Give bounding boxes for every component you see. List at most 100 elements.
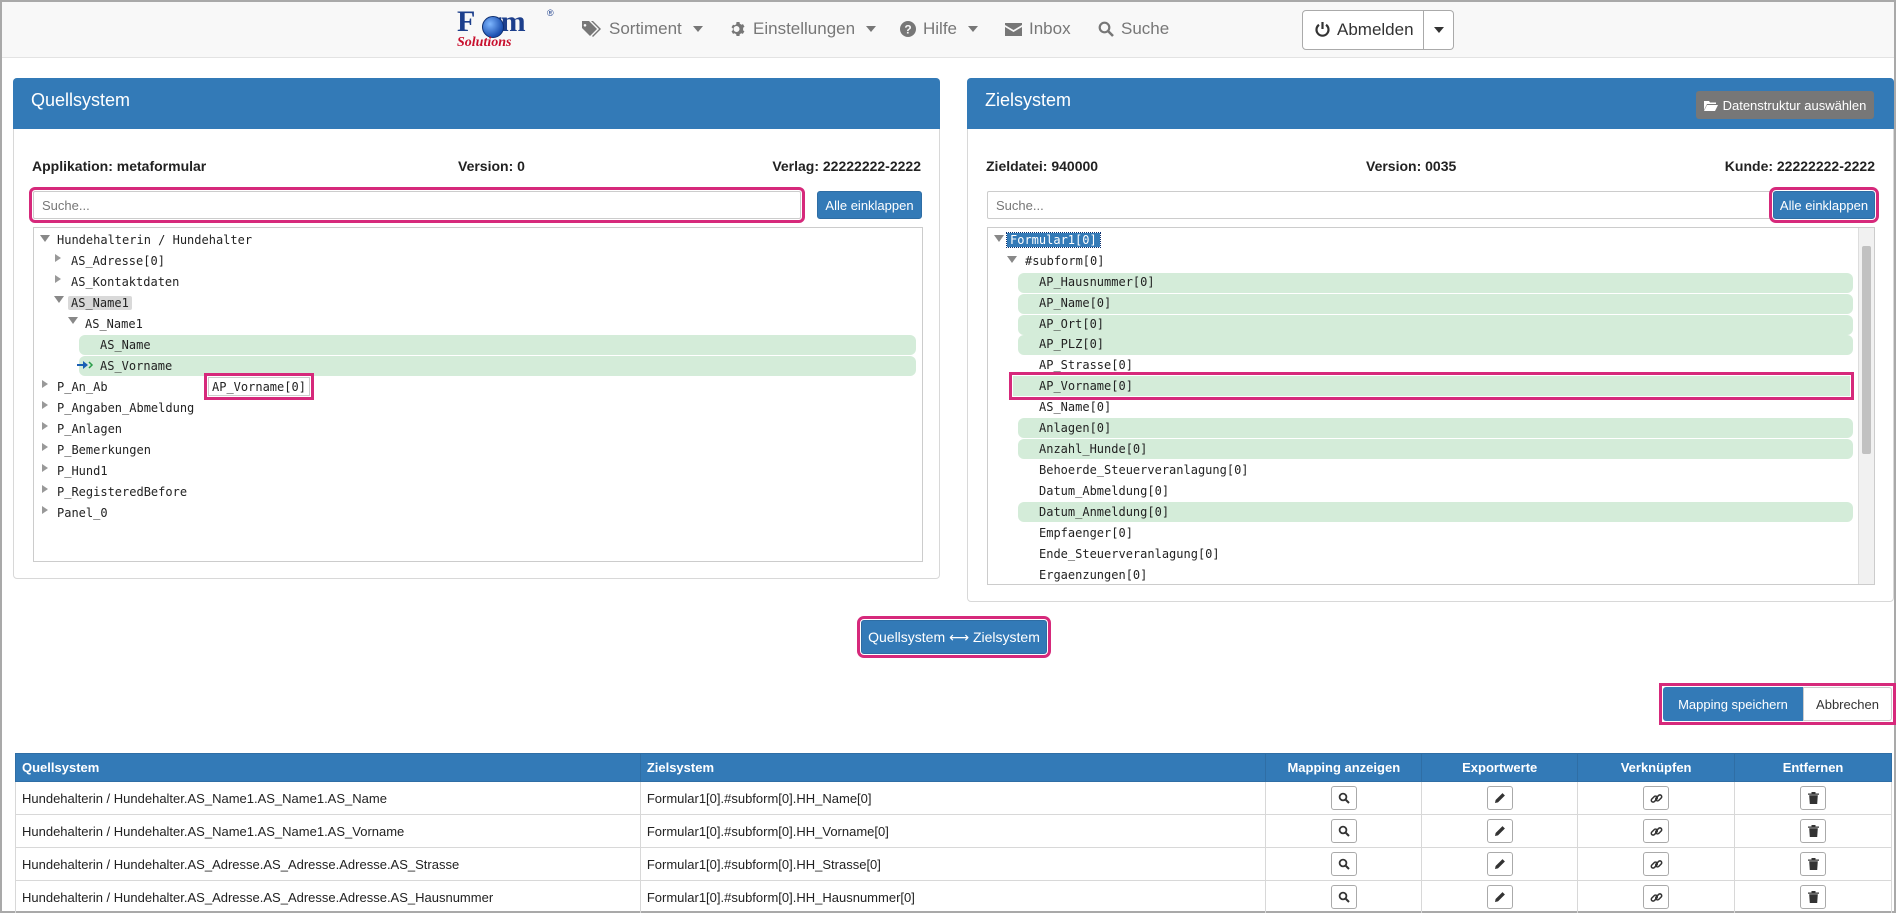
select-data-structure-button[interactable]: Datenstruktur auswählen [1696, 91, 1874, 119]
logout-button[interactable]: Abmelden [1302, 10, 1424, 50]
expanded-arrow-icon[interactable] [54, 296, 64, 303]
tree-node-mapped[interactable]: Anlagen[0] [1036, 419, 1114, 438]
nav-inbox[interactable]: Inbox [1005, 17, 1071, 41]
source-collapse-all-button[interactable]: Alle einklappen [817, 191, 922, 219]
pencil-icon [1494, 892, 1505, 902]
collapsed-arrow-icon[interactable] [42, 506, 48, 514]
show-mapping-button[interactable] [1330, 786, 1357, 810]
nav-hilfe[interactable]: ? Hilfe [900, 17, 979, 41]
target-version-info: Version: 0035 [1366, 158, 1457, 174]
source-tree[interactable]: Hundehalterin / Hundehalter AS_Adresse[0… [33, 227, 923, 562]
edit-export-values-button[interactable] [1486, 786, 1513, 810]
chevron-down-icon [866, 26, 877, 32]
tree-node-mapped[interactable]: AS_Name [97, 336, 154, 355]
nav-inbox-label: Inbox [1029, 19, 1071, 38]
tree-node-label: AS_Name[0] [1039, 400, 1112, 414]
edit-export-values-button[interactable] [1486, 819, 1513, 843]
tree-node[interactable]: P_RegisteredBefore [54, 483, 190, 502]
tree-node[interactable]: P_Anlagen [54, 420, 125, 439]
collapsed-arrow-icon[interactable] [42, 401, 48, 409]
tree-node-label: AP_Name[0] [1039, 296, 1112, 310]
delete-button[interactable] [1800, 852, 1827, 876]
collapsed-arrow-icon[interactable] [55, 254, 61, 262]
trash-icon [1807, 858, 1819, 870]
tree-node-mapped[interactable]: Anzahl_Hunde[0] [1036, 440, 1150, 459]
tree-node-label: AS_Name1 [85, 317, 143, 331]
save-mapping-button[interactable]: Mapping speichern [1663, 687, 1803, 721]
source-path-cell: Hundehalterin / Hundehalter.AS_Name1.AS_… [15, 781, 641, 815]
delete-button[interactable] [1800, 885, 1827, 909]
link-button[interactable] [1643, 852, 1670, 876]
tree-node-mapped[interactable]: AP_Hausnummer[0] [1036, 273, 1158, 292]
drag-tooltip: AP_Vorname[0] [204, 373, 314, 400]
search-icon [1338, 825, 1350, 837]
nav-sortiment[interactable]: Sortiment [582, 17, 703, 41]
expanded-arrow-icon[interactable] [68, 317, 78, 324]
show-mapping-button[interactable] [1330, 852, 1357, 876]
tree-node[interactable]: P_An_Ab [54, 378, 111, 397]
tree-node-mapped[interactable]: AP_Ort[0] [1036, 315, 1107, 334]
tree-node[interactable]: P_Angaben_Abmeldung [54, 399, 197, 418]
tree-node[interactable]: Ergaenzungen[0] [1036, 566, 1150, 584]
tree-node[interactable]: P_Hund1 [54, 462, 111, 481]
tree-node[interactable]: Panel_0 [54, 504, 111, 523]
show-mapping-button[interactable] [1330, 819, 1357, 843]
tree-node-selected[interactable]: Formular1[0] [1006, 231, 1101, 250]
expanded-arrow-icon[interactable] [994, 235, 1004, 242]
form-solutions-logo[interactable]: Form ® Solutions [455, 5, 555, 51]
tree-node[interactable]: AS_Kontaktdaten [68, 273, 182, 292]
tree-node[interactable]: P_Bemerkungen [54, 441, 154, 460]
collapsed-arrow-icon[interactable] [42, 464, 48, 472]
delete-button[interactable] [1800, 819, 1827, 843]
link-button[interactable] [1643, 885, 1670, 909]
target-path-cell: Formular1[0].#subform[0].HH_Vorname[0] [639, 814, 1267, 848]
tree-node-mapped[interactable]: AP_PLZ[0] [1036, 335, 1107, 354]
collapsed-arrow-icon[interactable] [42, 485, 48, 493]
tree-node-mapped[interactable]: Datum_Anmeldung[0] [1036, 503, 1172, 522]
tree-node-mapped[interactable]: AS_Vorname [97, 357, 175, 376]
logout-dropdown-toggle[interactable] [1424, 10, 1454, 50]
tree-node[interactable]: Behoerde_Steuerveranlagung[0] [1036, 461, 1252, 480]
tree-node[interactable]: #subform[0] [1022, 252, 1107, 271]
collapsed-arrow-icon[interactable] [42, 443, 48, 451]
tree-node[interactable]: AS_Adresse[0] [68, 252, 168, 271]
collapsed-arrow-icon[interactable] [42, 380, 48, 388]
link-icon [1650, 859, 1663, 869]
expanded-arrow-icon[interactable] [1007, 256, 1017, 263]
show-mapping-button[interactable] [1330, 885, 1357, 909]
delete-button[interactable] [1800, 786, 1827, 810]
collapsed-arrow-icon[interactable] [55, 275, 61, 283]
tree-node-mapped[interactable]: AP_Name[0] [1036, 294, 1114, 313]
tree-node-label: Empfaenger[0] [1039, 526, 1133, 540]
edit-export-values-button[interactable] [1486, 885, 1513, 909]
cancel-button[interactable]: Abbrechen [1803, 687, 1892, 721]
link-button[interactable] [1643, 786, 1670, 810]
scrollbar-thumb[interactable] [1862, 246, 1871, 454]
target-tree[interactable]: Formular1[0] #subform[0] AP_Hausnummer[0… [987, 227, 1875, 585]
target-collapse-all-button[interactable]: Alle einklappen [1769, 187, 1879, 223]
nav-einstellungen[interactable]: Einstellungen [730, 17, 877, 41]
tree-node-label: AS_Name [100, 338, 151, 352]
search-icon [1338, 792, 1350, 804]
nav-suche[interactable]: Suche [1098, 17, 1169, 41]
tree-node-selected[interactable]: AS_Name1 [68, 294, 132, 313]
tree-node[interactable]: AS_Name1 [82, 315, 146, 334]
target-search-input[interactable] [987, 191, 1774, 219]
tree-node-drop-target[interactable]: AP_Vorname[0] [1036, 377, 1136, 396]
edit-export-values-button[interactable] [1486, 852, 1513, 876]
tree-node-label: Datum_Anmeldung[0] [1039, 505, 1170, 519]
tree-node[interactable]: AP_Strasse[0] [1036, 356, 1136, 375]
link-button[interactable] [1643, 819, 1670, 843]
map-source-target-button[interactable]: Quellsystem ⟷ Zielsystem [857, 616, 1051, 658]
tree-node[interactable]: Ende_Steuerveranlagung[0] [1036, 545, 1223, 564]
tree-node-label: AS_Name1 [68, 296, 132, 310]
collapsed-arrow-icon[interactable] [42, 422, 48, 430]
source-search-input[interactable] [29, 187, 805, 223]
tree-node[interactable]: AS_Name[0] [1036, 398, 1114, 417]
tree-scrollbar[interactable] [1858, 228, 1874, 584]
tree-node[interactable]: Datum_Abmeldung[0] [1036, 482, 1172, 501]
tree-node[interactable]: Empfaenger[0] [1036, 524, 1136, 543]
tree-node[interactable]: Hundehalterin / Hundehalter [54, 231, 255, 250]
source-path-cell: Hundehalterin / Hundehalter.AS_Adresse.A… [15, 880, 641, 913]
expanded-arrow-icon[interactable] [40, 235, 50, 242]
